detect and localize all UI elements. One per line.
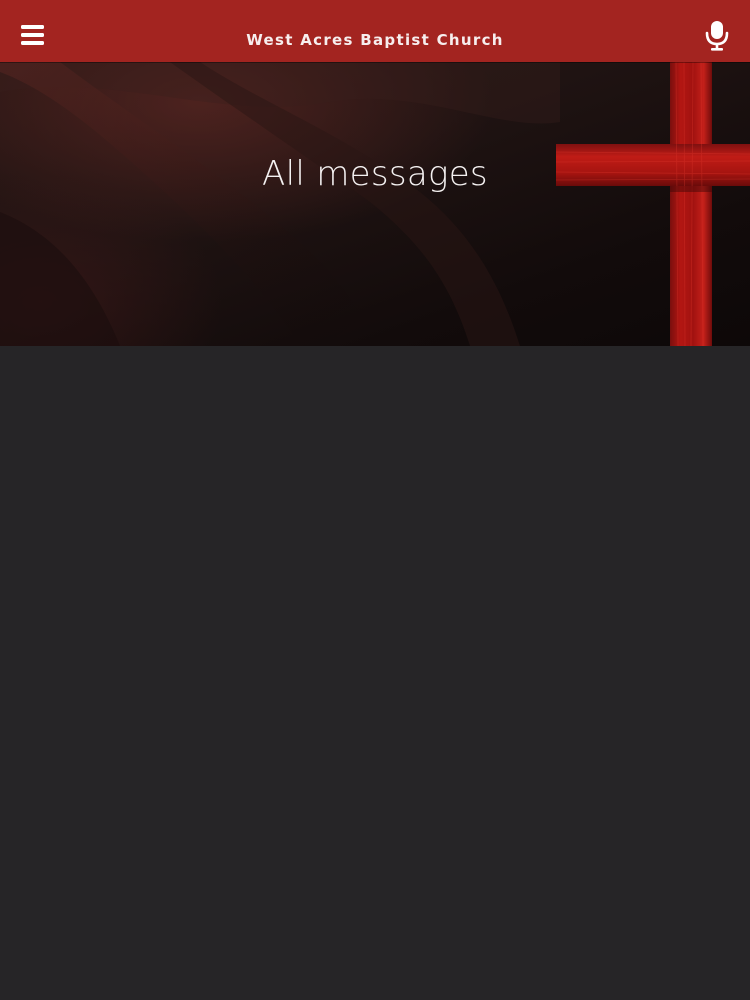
microphone-icon — [705, 21, 729, 51]
red-cross-image — [555, 62, 750, 346]
menu-button[interactable] — [14, 18, 50, 54]
top-navigation-bar: West Acres Baptist Church — [0, 0, 750, 62]
app-screen: West Acres Baptist Church All messages — [0, 0, 750, 1000]
voice-search-button[interactable] — [700, 18, 734, 52]
hero-banner: All messages — [0, 62, 750, 346]
messages-list-area — [0, 346, 750, 1000]
page-title: All messages — [262, 154, 488, 194]
hamburger-menu-icon — [21, 25, 44, 45]
